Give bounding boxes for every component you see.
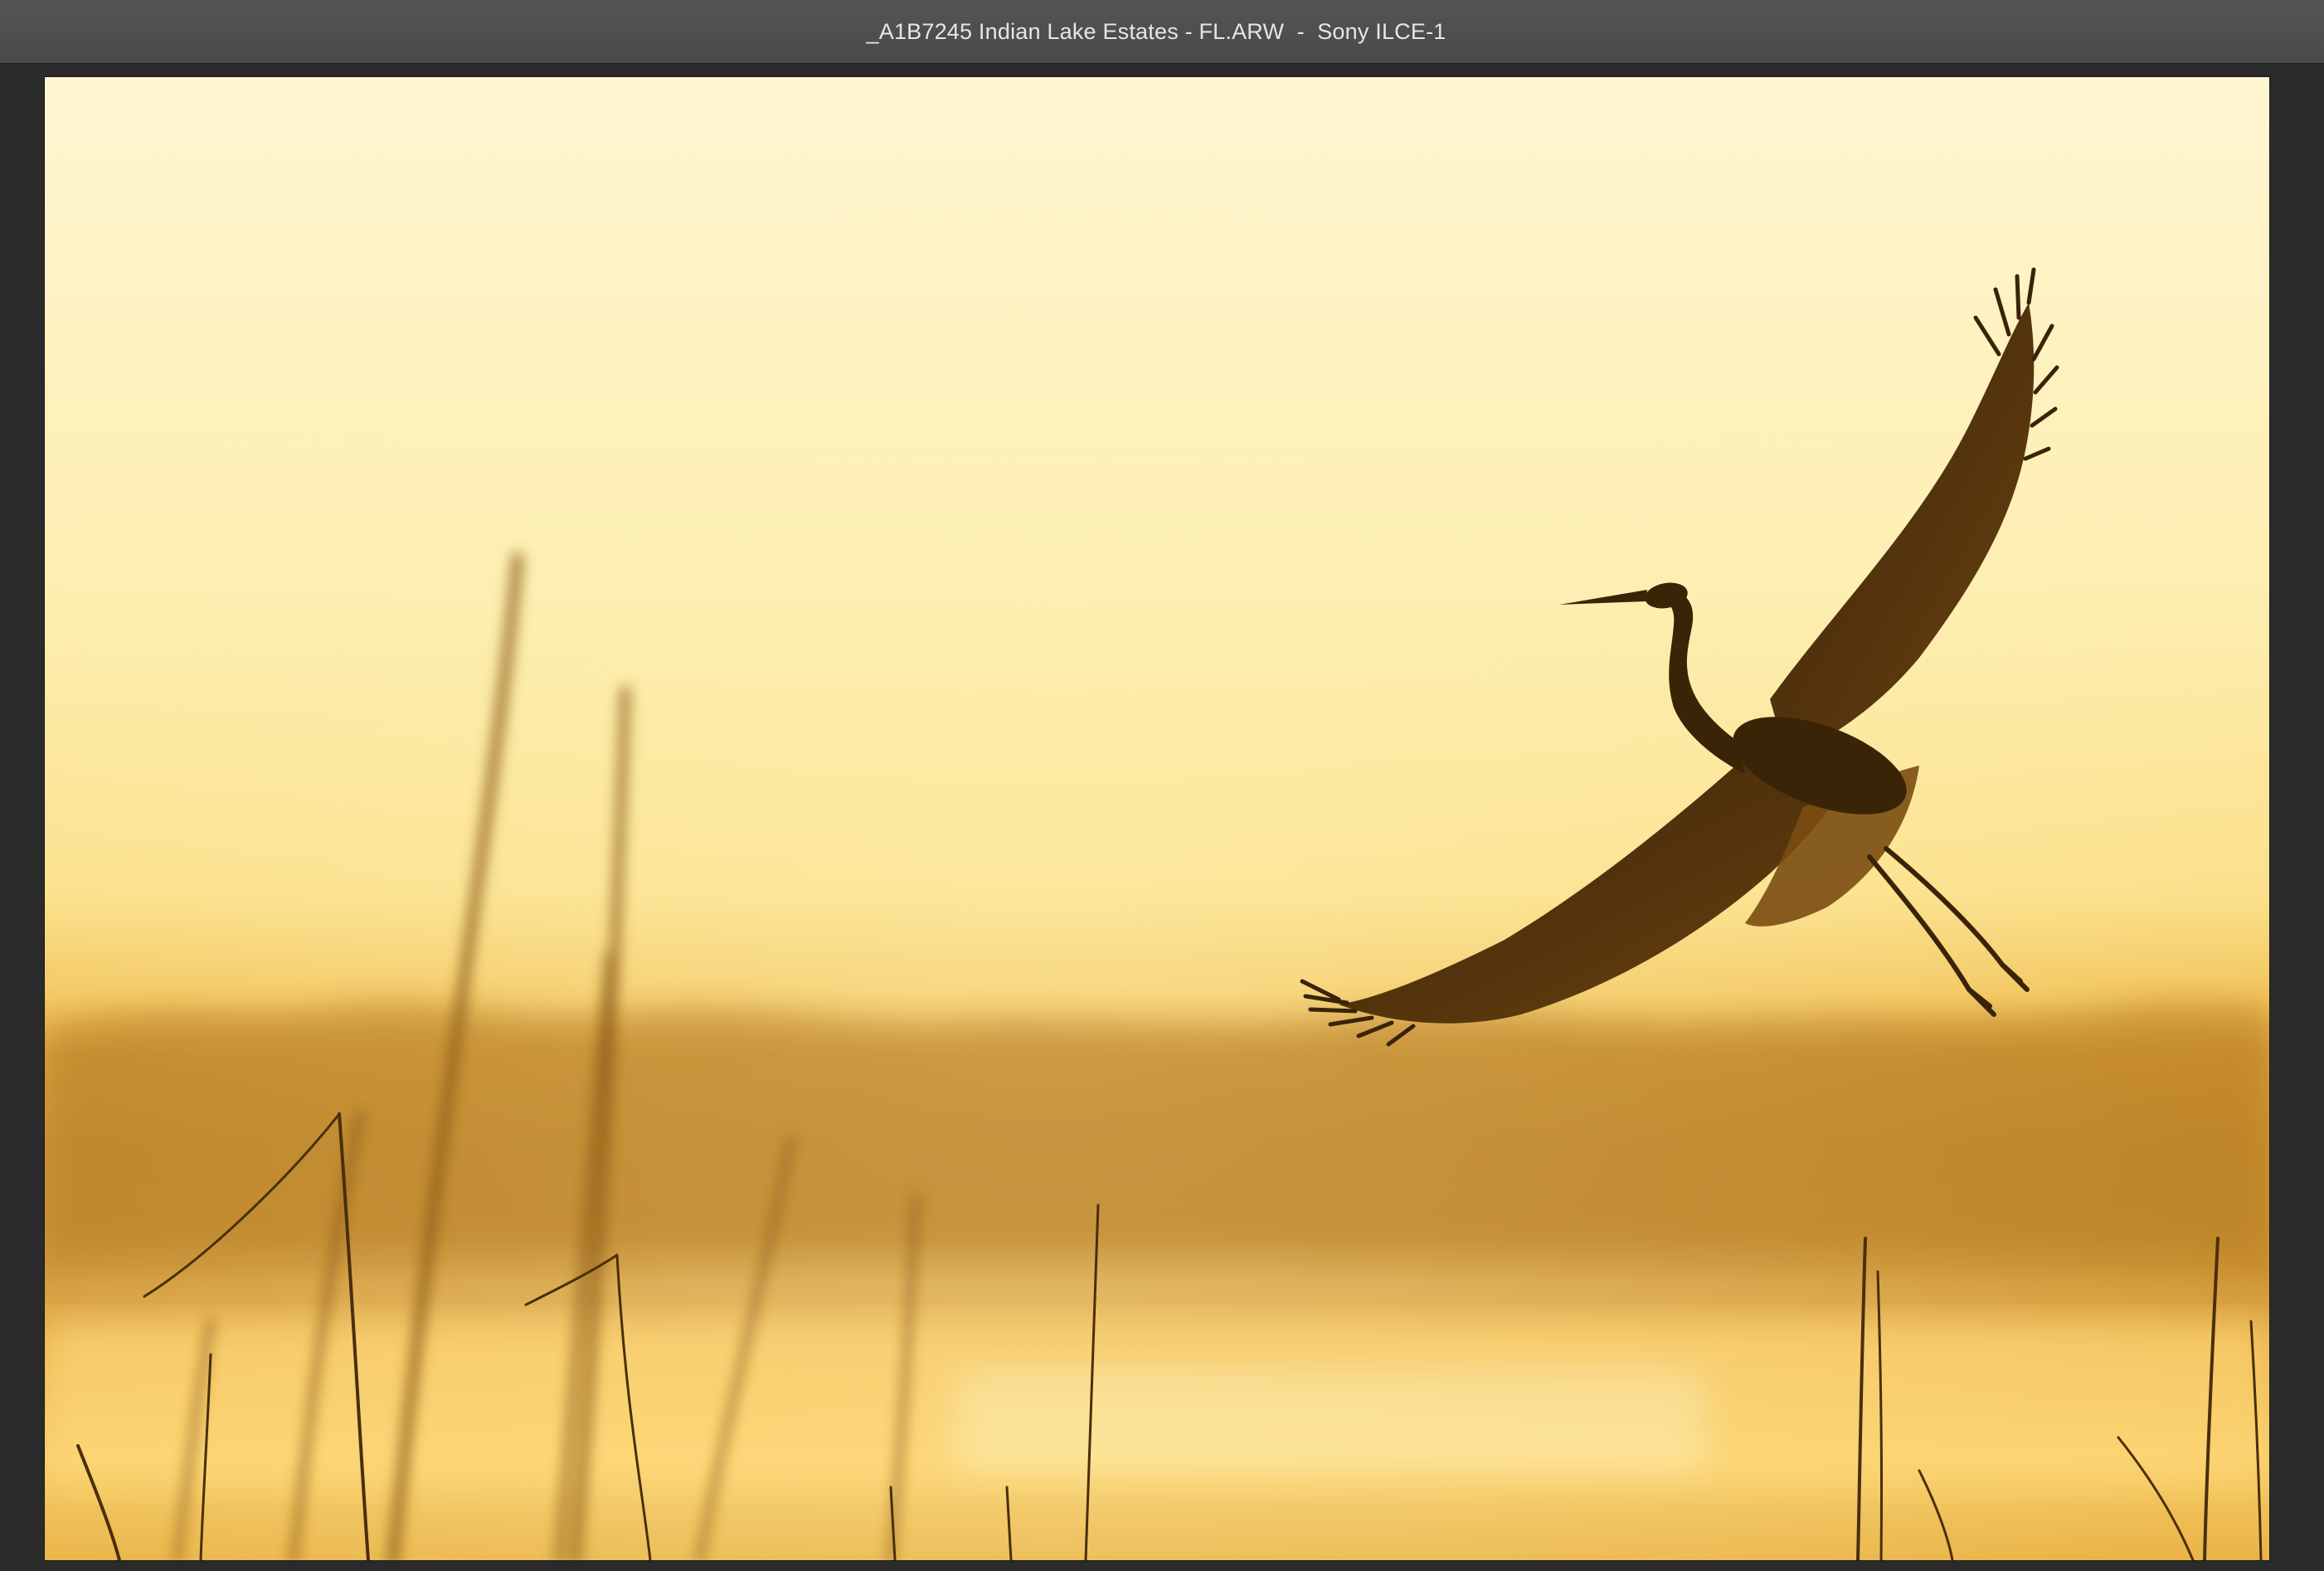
window-title: _A1B7245 Indian Lake Estates - FL.ARW - …: [866, 18, 1446, 44]
title-bar[interactable]: _A1B7245 Indian Lake Estates - FL.ARW - …: [0, 0, 2324, 64]
water-reflection: [45, 1321, 2269, 1487]
photo-preview[interactable]: [45, 77, 2269, 1560]
image-canvas-area: [0, 64, 2324, 1571]
treeline: [45, 1002, 2269, 1255]
photo-image: [45, 77, 2269, 1560]
photo-viewer-window: _A1B7245 Indian Lake Estates - FL.ARW - …: [0, 0, 2324, 1571]
